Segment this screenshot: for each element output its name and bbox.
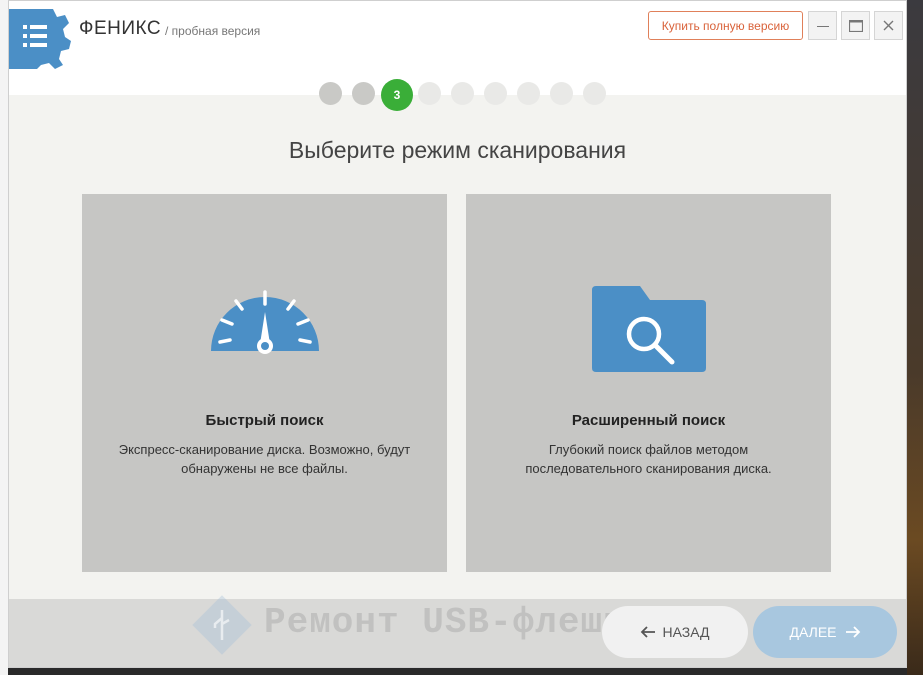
step-7-dot [517,82,540,105]
app-edition-label: / пробная версия [165,24,261,38]
step-5-dot [451,82,474,105]
back-button[interactable]: НАЗАД [602,606,748,658]
fast-scan-description: Экспресс-сканирование диска. Возможно, б… [118,442,411,476]
buy-full-version-button[interactable]: Купить полную версию [648,11,803,40]
step-4-dot [418,82,441,105]
arrow-left-icon [641,626,656,638]
wizard-step-indicator: 3 [9,79,906,111]
next-button-label: ДАЛЕЕ [789,624,837,640]
next-button[interactable]: ДАЛЕЕ [753,606,897,658]
app-title: ФЕНИКС [79,18,162,39]
speedometer-icon [210,290,319,354]
arrow-right-icon [845,626,860,638]
maximize-button[interactable] [841,11,870,40]
minimize-button[interactable] [808,11,837,40]
folder-search-icon [591,286,706,372]
step-6-dot [484,82,507,105]
step-8-dot [550,82,573,105]
maximize-icon [848,19,863,32]
minimize-icon [816,25,829,27]
desktop-background-right [907,0,923,675]
step-9-dot [583,82,606,105]
app-logo-gear-icon [9,9,71,69]
step-1-dot [319,82,342,105]
fast-scan-title: Быстрый поиск [205,412,324,429]
close-icon [883,20,894,31]
advanced-scan-title: Расширенный поиск [571,412,726,429]
step-2-dot [352,82,375,105]
close-button[interactable] [874,11,903,40]
fast-scan-option[interactable]: Быстрый поиск Экспресс-сканирование диск… [82,194,447,572]
step-current-dot: 3 [381,79,413,111]
advanced-scan-option[interactable]: Расширенный поиск Глубокий поиск файлов … [466,194,831,572]
desktop-background-left [0,0,8,675]
usb-watermark-icon [192,595,252,655]
app-window: ФЕНИКС / пробная версия Купить полную ве… [8,0,907,668]
back-button-label: НАЗАД [662,624,710,640]
page-title: Выберите режим сканирования [288,137,627,163]
watermark-text: Ремонт USB-флешки [264,602,649,643]
advanced-scan-description: Глубокий поиск файлов методом последоват… [525,442,772,476]
